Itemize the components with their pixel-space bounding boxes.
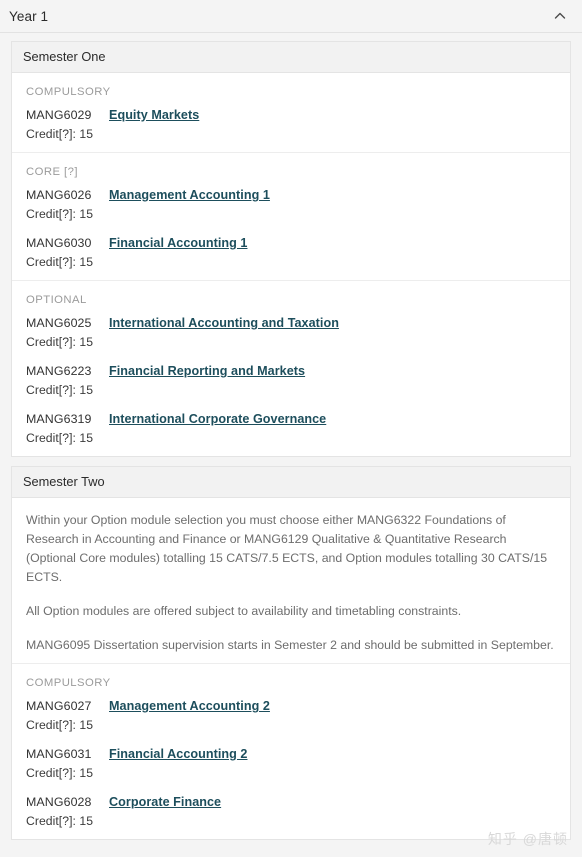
module-credit: Credit[?]: 15 [26,814,94,828]
category-label: COMPULSORY [26,86,111,98]
module-link[interactable]: Corporate Finance [109,795,221,809]
module-code: MANG6029 [26,108,92,122]
category-label: OPTIONAL [26,294,87,306]
semester-card: Semester One COMPULSORY MANG6029 Equity Mar… [11,41,571,457]
module-link[interactable]: Financial Accounting 2 [109,747,247,761]
module-credit: Credit[?]: 15 [26,255,94,269]
module-link[interactable]: Equity Markets [109,108,199,122]
module-line: MANG6030 Financial Accounting 1 [26,236,556,250]
year-accordion-header[interactable]: Year 1 [0,0,582,33]
module-code: MANG6319 [26,412,92,426]
module-code: MANG6031 [26,747,92,761]
semester-card: Semester Two Within your Option module se… [11,466,571,840]
module-row: MANG6029 Equity Markets Credit[?]: 15 [12,104,570,152]
module-line: MANG6025 International Accounting and Tax… [26,316,556,330]
module-link[interactable]: Financial Reporting and Markets [109,364,305,378]
module-credit: Credit[?]: 15 [26,766,94,780]
module-credit: Credit[?]: 15 [26,207,94,221]
module-code: MANG6223 [26,364,92,378]
module-row: MANG6027 Management Accounting 2 Credit[?]… [12,695,570,743]
module-row: MANG6031 Financial Accounting 2 Credit[?]:… [12,743,570,791]
module-category-group: CORE [?] MANG6026 Management Accounting 1 C… [12,152,570,280]
module-credit: Credit[?]: 15 [26,335,94,349]
module-link[interactable]: Management Accounting 2 [109,699,270,713]
semester-body: Within your Option module selection you … [12,498,570,839]
module-row: MANG6028 Corporate Finance Credit[?]: 15 [12,791,570,839]
note-paragraph: All Option modules are offered subject t… [26,604,462,618]
module-link[interactable]: Financial Accounting 1 [109,236,247,250]
module-line: MANG6223 Financial Reporting and Markets [26,364,556,378]
category-label: CORE [?] [26,166,78,178]
module-code: MANG6028 [26,795,92,809]
module-category-group: COMPULSORY MANG6029 Equity Markets Credit[?… [12,73,570,152]
module-code: MANG6030 [26,236,92,250]
module-link[interactable]: Management Accounting 1 [109,188,270,202]
module-credit: Credit[?]: 15 [26,718,94,732]
page-title: Year 1 [9,8,49,24]
chevron-up-icon[interactable] [552,8,568,24]
module-credit: Credit[?]: 15 [26,383,94,397]
module-link[interactable]: International Corporate Governance [109,412,326,426]
note-paragraph: MANG6095 Dissertation supervision starts… [26,638,554,652]
module-credit: Credit[?]: 15 [26,431,94,445]
category-label: COMPULSORY [26,677,111,689]
semester-notes: Within your Option module selection you … [12,498,570,663]
module-link[interactable]: International Accounting and Taxation [109,316,339,330]
module-code: MANG6026 [26,188,92,202]
module-line: MANG6027 Management Accounting 2 [26,699,556,713]
module-line: MANG6028 Corporate Finance [26,795,556,809]
module-row: MANG6319 International Corporate Governan… [12,408,570,456]
semester-header: Semester Two [12,467,570,498]
semester-header: Semester One [12,42,570,73]
module-line: MANG6031 Financial Accounting 2 [26,747,556,761]
module-row: MANG6223 Financial Reporting and Markets C… [12,360,570,408]
module-code: MANG6025 [26,316,92,330]
module-line: MANG6029 Equity Markets [26,108,556,122]
semester-list: Semester One COMPULSORY MANG6029 Equity Mar… [0,33,582,840]
module-row: MANG6026 Management Accounting 1 Credit[?]… [12,184,570,232]
module-row: MANG6030 Financial Accounting 1 Credit[?]:… [12,232,570,280]
module-code: MANG6027 [26,699,92,713]
note-paragraph: Within your Option module selection you … [26,513,548,584]
module-row: MANG6025 International Accounting and Tax… [12,312,570,360]
semester-body: COMPULSORY MANG6029 Equity Markets Credit[?… [12,73,570,456]
module-credit: Credit[?]: 15 [26,127,94,141]
module-line: MANG6319 International Corporate Governan… [26,412,556,426]
module-line: MANG6026 Management Accounting 1 [26,188,556,202]
module-category-group: COMPULSORY MANG6027 Management Accounting … [12,663,570,839]
module-category-group: OPTIONAL MANG6025 International Accounting… [12,280,570,456]
